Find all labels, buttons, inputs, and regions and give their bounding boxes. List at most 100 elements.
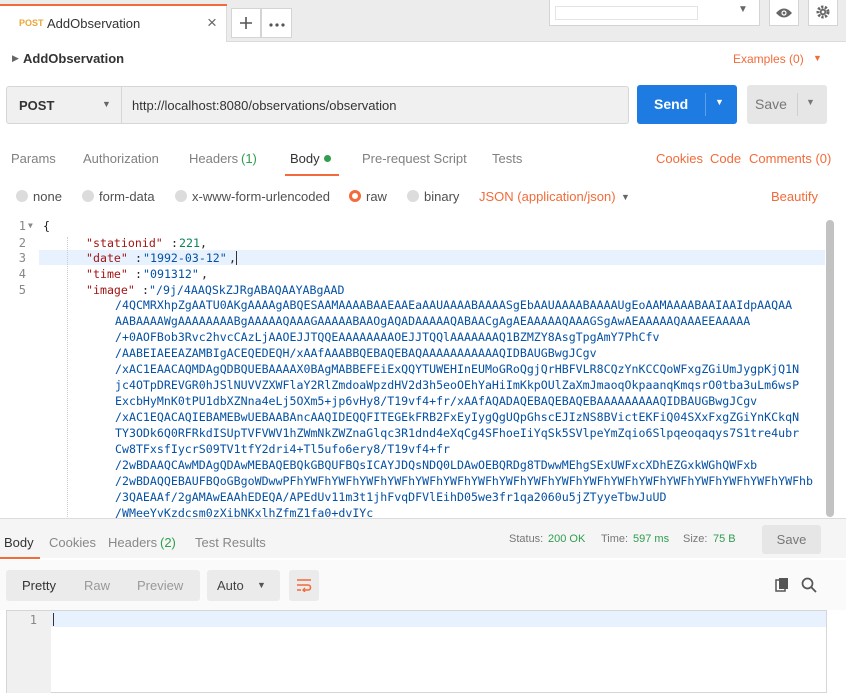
settings-button[interactable] [808, 0, 838, 26]
radio-form-data-label: form-data [99, 189, 155, 204]
radio-binary-label: binary [424, 189, 460, 204]
response-tab-body[interactable]: Body [4, 535, 34, 550]
save-options-chevron-icon[interactable]: ▼ [806, 97, 815, 107]
examples-link[interactable]: Examples (0) [733, 52, 804, 66]
request-body-editor[interactable]: 1 2 3 4 5 ▼ { "stationid" : 221 , "date"… [0, 215, 836, 518]
chevron-down-icon: ▼ [738, 4, 748, 15]
indent-guide [67, 237, 68, 517]
radio-form-data[interactable] [82, 190, 94, 202]
save-label: Save [755, 96, 787, 112]
editor-scrollbar[interactable] [826, 220, 834, 517]
plus-icon [240, 17, 252, 29]
response-gutter: 1 [7, 611, 51, 693]
line-number: 1 [29, 613, 37, 627]
fold-icon[interactable]: ▼ [28, 221, 33, 230]
close-icon[interactable]: × [207, 13, 217, 33]
response-tab-bar: Body Cookies Headers (2) Test Results St… [0, 518, 846, 559]
radio-binary[interactable] [407, 190, 419, 202]
view-preview-button[interactable]: Preview [137, 578, 183, 593]
image-data-line: jc4OTpDREVGR0hJSlNUVVZXWFlaY2RlZmdoaWpzd… [115, 378, 800, 392]
image-data-line: /2wBDAAQCAwMDAgQDAwMEBAQEBQkGBQUFBQsICAY… [115, 458, 758, 472]
format-value: Auto [217, 578, 244, 593]
json-value-image-start: "/9j/4AAQSkZJRgABAQAAYABgAAD [149, 283, 345, 297]
environment-select[interactable]: ▼ [549, 0, 760, 26]
response-active-tab-underline [0, 557, 40, 559]
examples-chevron-icon[interactable]: ▼ [813, 53, 822, 63]
save-button[interactable]: Save ▼ [747, 85, 827, 124]
content-type-select[interactable]: JSON (application/json) [479, 189, 616, 204]
code-open-brace: { [43, 219, 50, 233]
tab-headers[interactable]: Headers [189, 151, 238, 166]
send-divider [705, 93, 706, 116]
line-number: 5 [18, 283, 26, 297]
radio-urlencoded[interactable] [175, 190, 187, 202]
tab-prerequest[interactable]: Pre-request Script [362, 151, 467, 166]
radio-raw[interactable] [349, 190, 361, 202]
new-tab-button[interactable] [231, 8, 261, 38]
comma: , [201, 267, 208, 281]
comments-link[interactable]: Comments (0) [749, 151, 831, 166]
request-title[interactable]: AddObservation [23, 51, 124, 66]
response-tab-test-results[interactable]: Test Results [195, 535, 266, 550]
send-label: Send [654, 96, 689, 112]
editor-gutter: 1 2 3 4 5 ▼ [0, 215, 39, 518]
cookies-link[interactable]: Cookies [656, 151, 703, 166]
active-line-highlight [51, 611, 826, 627]
tab-headers-count: (1) [241, 151, 257, 166]
response-tab-headers[interactable]: Headers [108, 535, 157, 550]
radio-none-label: none [33, 189, 62, 204]
image-data-line: /+0AOFBob3Rvc2hvcCAzLjAAOEJJTQQEAAAAAAAA… [115, 330, 660, 344]
content-type-chevron-icon[interactable]: ▼ [621, 192, 630, 202]
image-data-line: TY3ODk6Q0RFRkdISUpTVFVWV1hZWmNkZWZnaGlqc… [115, 426, 800, 440]
tab-tests[interactable]: Tests [492, 151, 522, 166]
image-data-line: /2wBDAQQEBAUFBQoGBgoWDwwPFhYWFhYWFhYWFhY… [115, 474, 814, 488]
copy-icon[interactable] [775, 577, 790, 593]
active-tab-indicator [0, 4, 227, 6]
wrap-lines-button[interactable] [289, 570, 319, 601]
status-label: Status: [509, 533, 544, 545]
more-tabs-button[interactable] [261, 8, 292, 38]
image-data-line: /xAC1EQACAQIEBAMEBwUEBAABAncAAQIDEQQFITE… [115, 410, 800, 424]
response-save-button[interactable]: Save [762, 525, 821, 554]
search-icon[interactable] [801, 577, 817, 593]
body-indicator-dot [324, 155, 331, 162]
response-body-editor[interactable]: 1 [6, 610, 827, 693]
send-button[interactable]: Send ▼ [637, 85, 737, 124]
eye-icon [776, 8, 792, 18]
format-select[interactable]: Auto ▼ [207, 570, 280, 601]
json-value-date: "1992-03-12" [143, 251, 227, 265]
tab-authorization[interactable]: Authorization [83, 151, 159, 166]
environment-quick-look-button[interactable] [769, 0, 799, 26]
save-divider [797, 93, 798, 116]
url-input[interactable]: http://localhost:8080/observations/obser… [122, 86, 629, 124]
method-select[interactable]: POST ▼ [6, 86, 122, 124]
radio-none[interactable] [16, 190, 28, 202]
json-key-time: "time" [86, 267, 128, 281]
send-options-chevron-icon[interactable]: ▼ [715, 97, 724, 107]
tab-params[interactable]: Params [11, 151, 56, 166]
tab-method: POST [19, 18, 44, 28]
json-key-image: "image" [86, 283, 135, 297]
image-data-line: /3QAEAAf/2gAMAwEAAhEDEQA/APEdUv11m3t1jhF… [115, 490, 667, 504]
chevron-down-icon: ▼ [102, 99, 111, 109]
method-value: POST [19, 98, 55, 113]
environment-value [555, 6, 698, 20]
comma: , [200, 236, 207, 250]
view-raw-button[interactable]: Raw [84, 578, 110, 593]
size-label: Size: [683, 533, 708, 545]
radio-urlencoded-label: x-www-form-urlencoded [192, 189, 330, 204]
code-link[interactable]: Code [710, 151, 741, 166]
json-key-stationid: "stationid" [86, 236, 163, 250]
view-pretty-button[interactable]: Pretty [22, 578, 56, 593]
tab-body[interactable]: Body [290, 151, 320, 166]
caret-right-icon[interactable]: ▶ [12, 53, 19, 64]
response-headers-count: (2) [160, 535, 176, 550]
image-data-line: ExcbHyMnK0tPU1dbXZNna4eLj5OXm5+jp6vHy8/T… [115, 394, 758, 408]
image-data-line: /WMeeYvKzdcsm0zXibNKxlhZfmZ1fa0+dvIYc [115, 506, 374, 518]
active-tab-underline [285, 174, 339, 176]
beautify-link[interactable]: Beautify [771, 189, 818, 204]
response-tab-cookies[interactable]: Cookies [49, 535, 96, 550]
chevron-down-icon: ▼ [257, 580, 266, 590]
image-data-line: /4QCMRXhpZgAATU0AKgAAAAgABQESAAMAAAABAAE… [115, 298, 793, 312]
request-tab[interactable]: POST AddObservation × [0, 4, 227, 42]
